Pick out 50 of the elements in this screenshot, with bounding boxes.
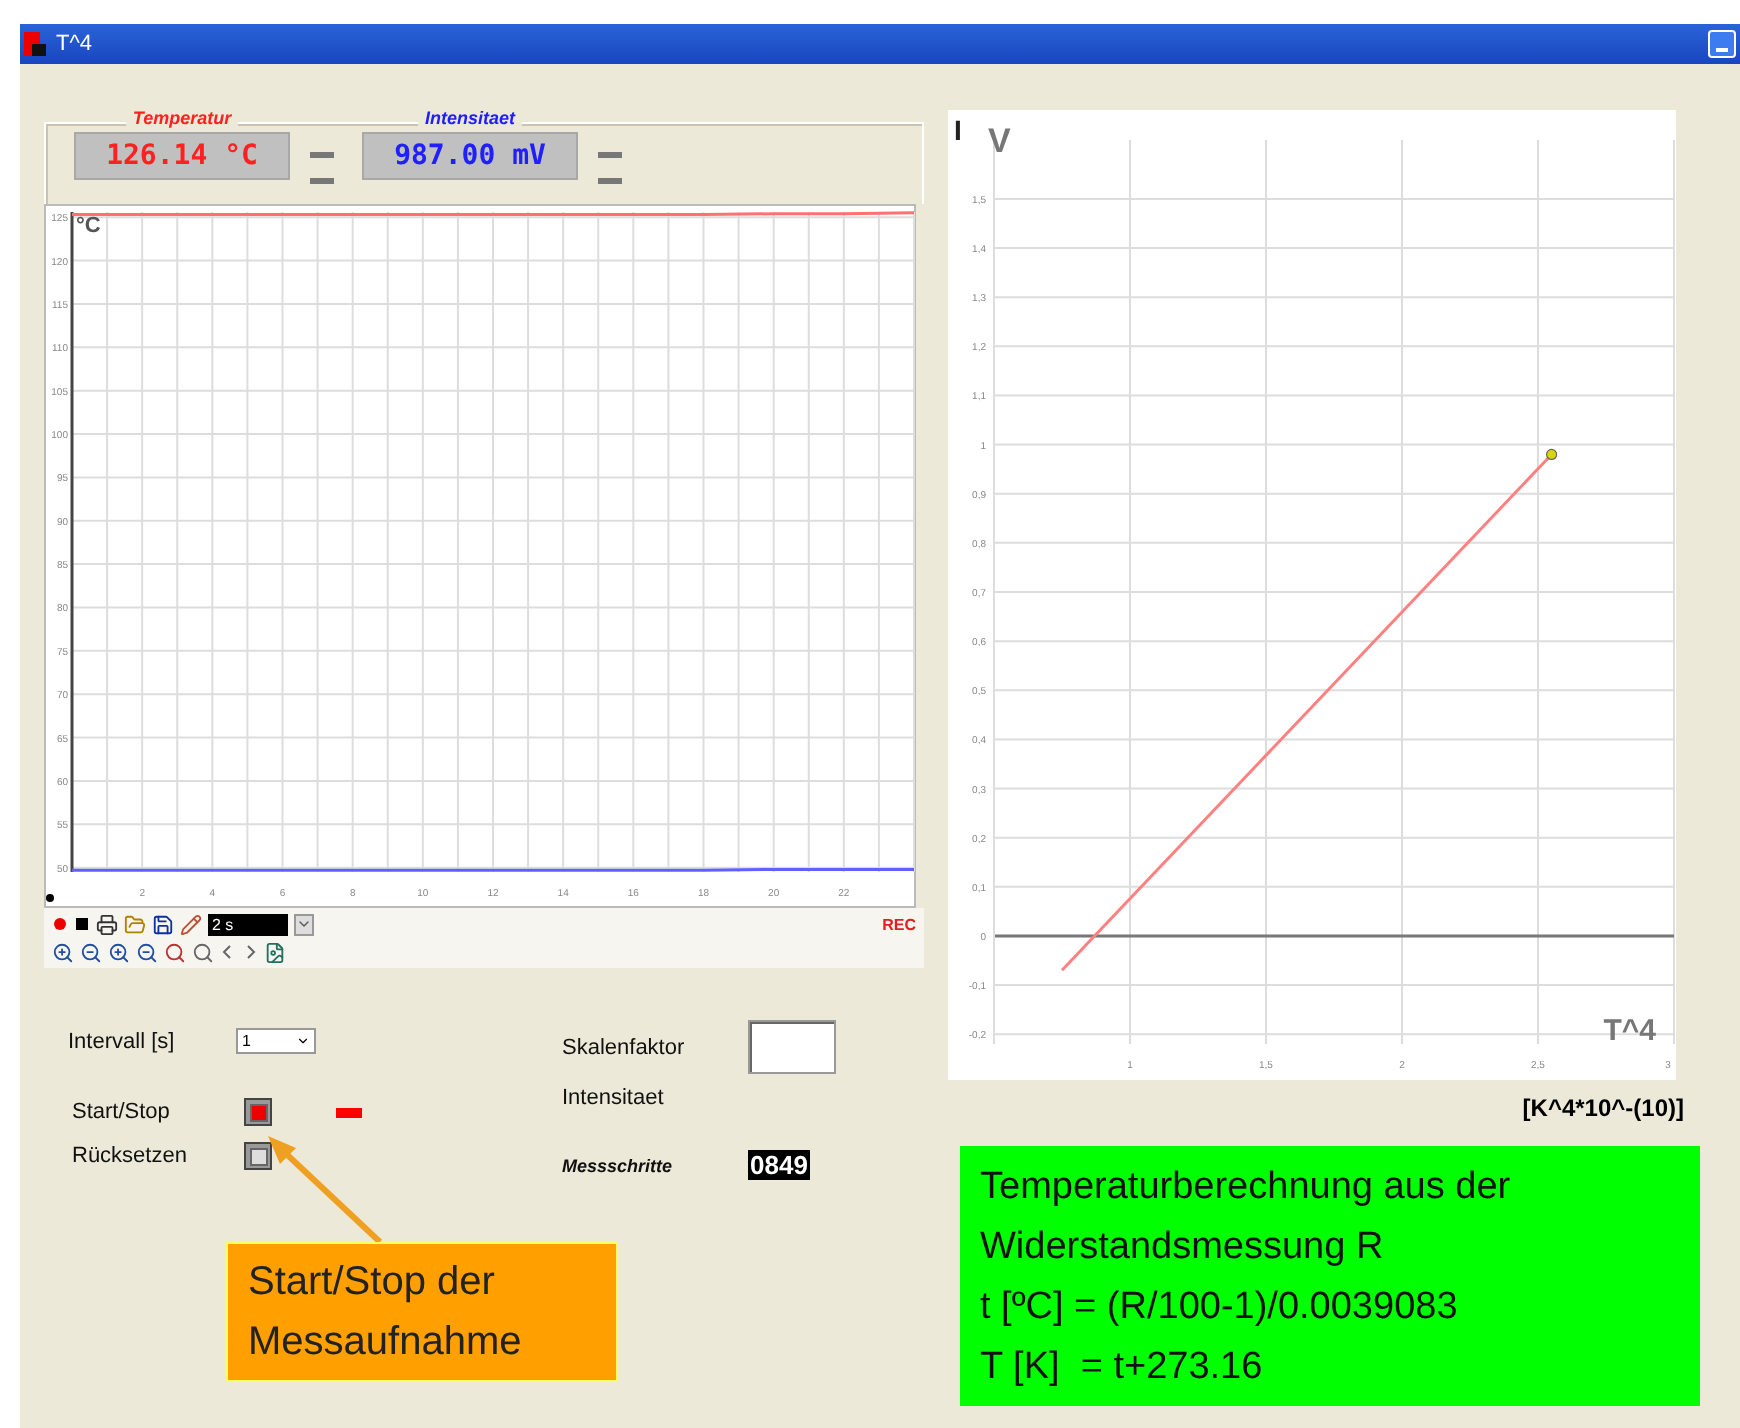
rec-label: REC bbox=[882, 915, 916, 933]
start-stop-button[interactable] bbox=[244, 1098, 272, 1126]
unit-label: [K^4*10^-(10)] bbox=[1522, 1094, 1684, 1122]
minimize-button[interactable] bbox=[1708, 30, 1736, 58]
zoom-out-icon[interactable] bbox=[136, 941, 158, 963]
readout-label: Intensitaet bbox=[418, 108, 521, 128]
reset-button[interactable] bbox=[244, 1142, 272, 1170]
axis-label: T^4 bbox=[1603, 1014, 1656, 1048]
interval-dropdown[interactable]: 2 s bbox=[208, 913, 288, 935]
equals-icon bbox=[310, 148, 334, 188]
readout-display: 126.14 °C bbox=[74, 132, 290, 180]
interval-label: Intervall [s] bbox=[68, 1029, 177, 1053]
save-icon[interactable] bbox=[152, 913, 174, 935]
steps-label: Messschritte bbox=[562, 1155, 675, 1175]
equals-icon bbox=[598, 148, 622, 188]
intensity-label: Intensitaet bbox=[562, 1086, 666, 1110]
zoom-in-icon[interactable] bbox=[108, 941, 130, 963]
axis-label: °C bbox=[76, 214, 101, 238]
formula-line: T [K] = t+273.16 bbox=[980, 1344, 1265, 1392]
formula-line: Temperaturberechnung aus der bbox=[980, 1164, 1513, 1212]
magnifier-icon[interactable] bbox=[192, 941, 214, 963]
formula-line: t [ºC] = (R/100-1)/0.0039083 bbox=[980, 1284, 1460, 1332]
zoom-in-icon[interactable] bbox=[52, 941, 74, 963]
callout-note: Start/Stop der Messaufnahme bbox=[226, 1242, 618, 1382]
running-indicator bbox=[336, 1107, 362, 1117]
start-stop-label: Start/Stop bbox=[72, 1100, 172, 1124]
pencil-icon[interactable] bbox=[180, 913, 202, 935]
interval-field[interactable]: 1 bbox=[236, 1028, 316, 1054]
readout-display: 987.00 mV bbox=[362, 132, 578, 180]
axis-label: V bbox=[988, 122, 1011, 160]
record-icon[interactable] bbox=[52, 916, 68, 932]
printer-icon[interactable] bbox=[96, 913, 118, 935]
dot-icon bbox=[46, 894, 54, 902]
corner-label: I bbox=[954, 114, 962, 146]
formula-line: Widerstandsmessung R bbox=[980, 1224, 1386, 1272]
reset-label: Rücksetzen bbox=[72, 1144, 189, 1168]
scale-factor-field[interactable] bbox=[748, 1020, 836, 1074]
zoom-out-icon[interactable] bbox=[80, 941, 102, 963]
step-counter: 0849 bbox=[748, 1150, 810, 1180]
data-point bbox=[1546, 448, 1558, 461]
chevron-left-icon[interactable] bbox=[220, 942, 236, 962]
scale-factor-label: Skalenfaktor bbox=[562, 1035, 687, 1059]
magnifier-icon[interactable] bbox=[164, 941, 186, 963]
image-icon[interactable] bbox=[264, 941, 286, 963]
stop-icon[interactable] bbox=[74, 916, 90, 932]
readout-label: Temperatur bbox=[126, 108, 238, 128]
window-title: T^4 bbox=[56, 32, 94, 56]
arrow bbox=[268, 1136, 383, 1245]
chevron-right-icon[interactable] bbox=[242, 942, 258, 962]
app-icon bbox=[24, 32, 48, 56]
